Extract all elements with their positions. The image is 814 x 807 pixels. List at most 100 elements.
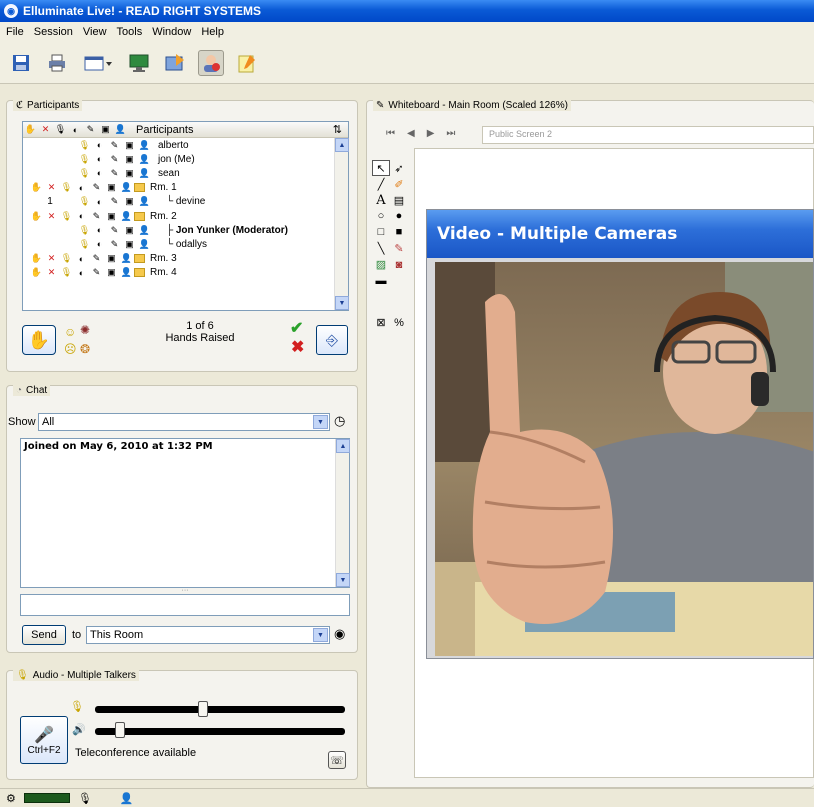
speaker-icon[interactable]: ◐ [92,239,107,249]
monitor-icon[interactable]: ▣ [104,211,119,222]
scroll-down-icon[interactable]: ▼ [335,296,349,310]
cancel-icon[interactable]: ✖ [291,337,304,357]
hand-icon[interactable]: ✋ [29,253,44,264]
keyboard-tool-icon[interactable]: ▬ [372,273,390,289]
monitor-icon[interactable]: ▣ [122,168,137,179]
pencil-icon[interactable]: ✎ [89,182,104,193]
send-button[interactable]: Send [22,625,66,645]
participant-row[interactable]: 1 🎙 ◐ ✎ ▣ 👤 └ devine [23,195,348,209]
user-icon[interactable]: 👤 [137,239,152,250]
speaker-volume-thumb[interactable] [115,722,125,738]
ellipse-tool-icon[interactable]: ○ [372,208,390,224]
screen-capture-tool-icon[interactable]: ◙ [390,257,408,273]
participant-row[interactable]: 🎙 ◐ ✎ ▣ 👤 alberto [23,138,348,152]
app-share-icon[interactable] [162,50,188,76]
smile-icon[interactable]: ☺ [64,325,76,339]
mic-icon[interactable]: 🎙 [77,168,92,179]
monitor-icon[interactable]: ▣ [122,225,137,236]
participant-row[interactable]: ✋ ✕ 🎙 ◐ ✎ ▣ 👤 Rm. 4 [23,266,348,280]
participant-row[interactable]: ✋ ✕ 🎙 ◐ ✎ ▣ 👤 Rm. 3 [23,252,348,266]
pencil-icon[interactable]: ✎ [107,154,122,165]
user-column-icon[interactable]: 👤 [113,124,128,135]
away-icon[interactable]: ✕ [44,253,59,264]
filled-ellipse-tool-icon[interactable]: ● [390,208,408,224]
pencil-icon[interactable]: ✎ [89,211,104,222]
frown-icon[interactable]: ☹ [64,342,77,356]
scroll-up-icon[interactable]: ▲ [335,138,349,152]
hand-icon[interactable]: ✋ [29,267,44,278]
first-screen-icon[interactable]: ⏮ [386,128,395,139]
recipient-select[interactable]: This Room ▼ [86,626,330,644]
user-icon[interactable]: 👤 [137,140,152,151]
video-icon[interactable] [198,49,224,76]
pointer-tool-icon[interactable]: ➶ [390,160,408,176]
chevron-down-icon[interactable]: ▼ [313,415,328,429]
clock-icon[interactable]: ◷ [334,413,345,429]
speaker-icon[interactable]: ◐ [74,254,89,264]
menu-session[interactable]: Session [34,26,73,38]
participants-column-label[interactable]: Participants [136,124,193,136]
speaker-icon[interactable]: ◐ [92,154,107,164]
notes-icon[interactable] [234,50,260,76]
user-icon[interactable]: 👤 [137,196,152,207]
talk-button[interactable]: 🎤 Ctrl+F2 [20,716,68,764]
last-screen-icon[interactable]: ⏭ [446,128,455,139]
scroll-up-icon[interactable]: ▲ [336,439,350,453]
away-column-icon[interactable]: ✕ [38,124,53,135]
confused-icon[interactable]: ❂ [80,342,90,356]
away-icon[interactable]: ✕ [44,182,59,193]
user-icon[interactable]: 👤 [119,211,134,222]
monitor-column-icon[interactable]: ▣ [98,124,113,135]
user-icon[interactable]: 👤 [137,154,152,165]
pencil-column-icon[interactable]: ✎ [83,124,98,135]
monitor-icon[interactable]: ▣ [122,154,137,165]
pencil-icon[interactable]: ✎ [89,253,104,264]
monitor-icon[interactable]: ▣ [122,196,137,207]
telephone-button[interactable]: ☏ [328,751,346,769]
highlighter-tool-icon[interactable]: ✐ [390,176,408,192]
participant-row[interactable]: ✋ ✕ 🎙 ◐ ✎ ▣ 👤 Rm. 2 [23,209,348,223]
eye-icon[interactable]: ◉ [334,626,345,642]
user-icon[interactable]: 👤 [119,267,134,278]
rectangle-tool-icon[interactable]: □ [372,224,390,240]
line-tool-icon[interactable]: ╲ [372,240,390,256]
hand-icon[interactable]: ✋ [29,182,44,193]
monitor-icon[interactable]: ▣ [104,182,119,193]
mic-icon[interactable]: 🎙 [59,253,74,264]
mic-column-icon[interactable]: 🎙 [53,124,68,135]
user-icon[interactable]: 👤 [119,253,134,264]
print-icon[interactable] [44,50,70,76]
mic-icon[interactable]: 🎙 [77,225,92,236]
monitor-icon[interactable]: ▣ [104,267,119,278]
previous-screen-icon[interactable]: ◀ [407,128,415,139]
speaker-icon[interactable]: ◐ [92,168,107,178]
user-icon[interactable]: 👤 [137,225,152,236]
away-icon[interactable]: ✕ [44,211,59,222]
pencil-icon[interactable]: ✎ [107,168,122,179]
mic-icon[interactable]: 🎙 [59,267,74,278]
mic-icon[interactable]: 🎙 [59,211,74,222]
mic-icon[interactable]: 🎙 [77,239,92,250]
menu-file[interactable]: File [6,26,24,38]
menu-tools[interactable]: Tools [117,26,143,38]
chat-input[interactable] [20,594,350,616]
applause-icon[interactable]: ✺ [80,323,90,337]
layout-icon[interactable] [80,50,116,76]
mic-volume-thumb[interactable] [197,701,208,717]
hand-column-icon[interactable]: ✋ [23,124,38,135]
speaker-icon[interactable]: ◐ [92,197,107,207]
image-text-tool-icon[interactable]: ▤ [390,192,408,208]
mic-icon[interactable]: 🎙 [77,196,92,207]
speaker-icon[interactable]: ◐ [92,225,107,235]
mic-icon[interactable]: 🎙 [59,182,74,193]
raise-hand-button[interactable]: ✋ [22,325,56,355]
speaker-icon[interactable]: ◐ [74,211,89,221]
speaker-icon[interactable]: ◐ [92,140,107,150]
mic-icon[interactable]: 🎙 [77,140,92,151]
speaker-icon[interactable]: ◐ [74,183,89,193]
desktop-share-icon[interactable] [126,50,152,76]
hand-icon[interactable]: ✋ [29,211,44,222]
user-icon[interactable]: 👤 [119,182,134,193]
filled-rectangle-tool-icon[interactable]: ■ [390,224,408,240]
pen-tool-icon[interactable]: ╱ [372,176,390,192]
